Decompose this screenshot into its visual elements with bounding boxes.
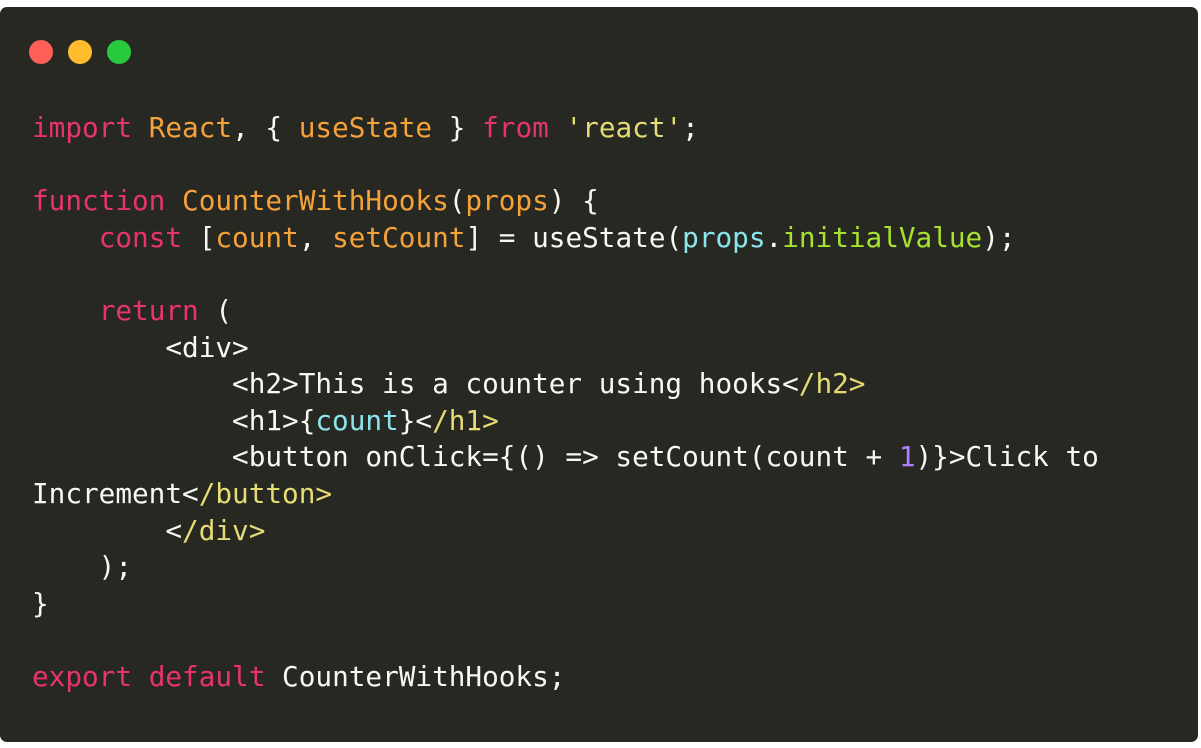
code-token: Increment< — [32, 476, 199, 510]
code-token: props — [682, 220, 766, 254]
code-token: count — [315, 403, 399, 437]
code-line: <button onClick={() => setCount(count + … — [32, 439, 1099, 476]
code-line: ); — [32, 549, 1099, 586]
code-token: } — [432, 111, 483, 144]
code-token: <h1>{ — [32, 403, 316, 437]
code-token: from — [482, 111, 549, 144]
code-line: import React, { useState } from 'react'; — [32, 110, 1099, 147]
code-line: <h1>{count}</h1> — [32, 403, 1099, 440]
code-token: ) { — [548, 184, 599, 218]
code-token: export — [32, 659, 133, 693]
minimize-dot-icon — [68, 40, 92, 64]
code-token: count — [215, 220, 299, 254]
code-token: setCount — [332, 220, 466, 254]
code-line: } — [32, 586, 1099, 623]
code-token: < — [32, 513, 183, 547]
code-token: initialValue — [782, 220, 983, 254]
code-token: CounterWithHooks; — [265, 659, 566, 693]
code-line: Increment</button> — [32, 476, 1099, 513]
code-token: , — [298, 220, 333, 254]
code-line: </div> — [32, 513, 1099, 550]
code-token: } — [32, 586, 49, 620]
code-line: <h2>This is a counter using hooks</h2> — [32, 366, 1099, 403]
code-token: ] = useState( — [465, 220, 683, 254]
code-token: useState — [298, 111, 433, 144]
code-token: ( — [198, 293, 233, 327]
code-token: import — [32, 111, 133, 144]
window-controls — [29, 40, 131, 64]
code-token: return — [98, 293, 199, 327]
code-token: ( — [448, 184, 466, 218]
code-token: 1 — [898, 440, 916, 474]
code-token: ; — [682, 111, 699, 144]
code-line: return ( — [32, 293, 1099, 330]
code-token: props — [465, 184, 549, 218]
code-token: function — [32, 184, 166, 218]
code-line: function CounterWithHooks(props) { — [32, 183, 1099, 220]
code-line: export default CounterWithHooks; — [32, 659, 1099, 696]
code-window: import React, { useState } from 'react';… — [0, 7, 1198, 742]
code-line: <div> — [32, 330, 1099, 367]
code-token: ); — [32, 550, 133, 584]
code-token: , { — [232, 111, 299, 144]
maximize-dot-icon — [107, 40, 131, 64]
code-token: <button onClick={() => setCount(count + — [32, 440, 899, 474]
code-block: import React, { useState } from 'react';… — [32, 110, 1099, 696]
code-token: React — [148, 111, 233, 144]
code-token: 'react' — [565, 111, 683, 144]
code-token: <div> — [32, 330, 249, 364]
code-token: /h1> — [432, 403, 499, 437]
code-token: CounterWithHooks — [182, 184, 449, 218]
code-token: [ — [182, 220, 216, 254]
close-dot-icon — [29, 40, 53, 64]
code-token: ); — [982, 220, 1016, 254]
code-token: /button> — [198, 476, 333, 510]
code-token: const — [98, 220, 183, 254]
code-token: default — [148, 659, 266, 693]
code-token: /h2> — [798, 367, 866, 401]
code-token: )}>Click to — [915, 440, 1099, 474]
code-token: <h2>This is a counter using hooks< — [32, 367, 799, 401]
code-line: const [count, setCount] = useState(props… — [32, 220, 1099, 257]
code-token: /div> — [182, 513, 266, 547]
code-token: . — [765, 220, 783, 254]
code-token: }< — [398, 403, 433, 437]
